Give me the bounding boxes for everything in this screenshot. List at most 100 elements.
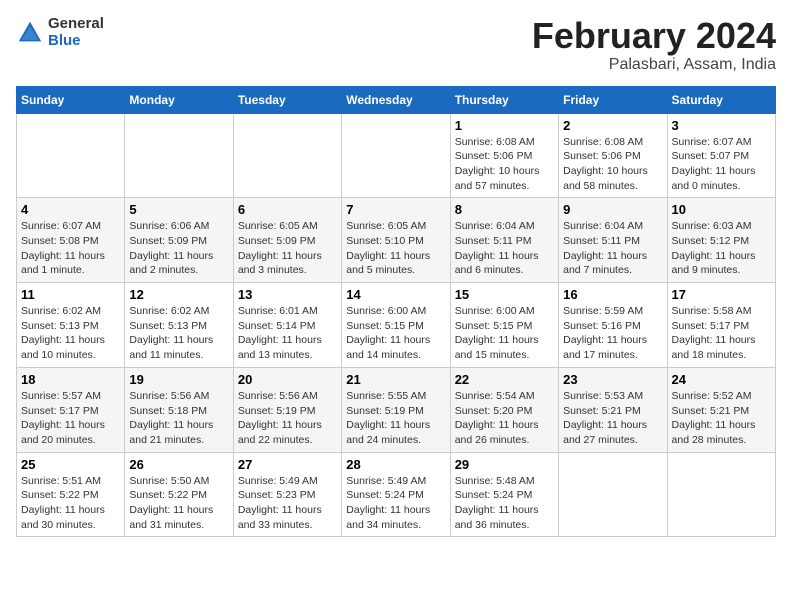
day-number: 8 <box>455 202 554 217</box>
day-cell: 6 Sunrise: 6:05 AM Sunset: 5:09 PM Daylig… <box>233 198 341 283</box>
calendar-header: SundayMondayTuesdayWednesdayThursdayFrid… <box>17 86 776 113</box>
day-number: 11 <box>21 287 120 302</box>
day-info: Sunrise: 5:59 AM Sunset: 5:16 PM Dayligh… <box>563 304 662 363</box>
header-cell-monday: Monday <box>125 86 233 113</box>
day-number: 23 <box>563 372 662 387</box>
day-number: 20 <box>238 372 337 387</box>
day-number: 16 <box>563 287 662 302</box>
day-number: 5 <box>129 202 228 217</box>
day-number: 3 <box>672 118 771 133</box>
day-info: Sunrise: 6:07 AM Sunset: 5:07 PM Dayligh… <box>672 135 771 194</box>
day-number: 24 <box>672 372 771 387</box>
day-number: 10 <box>672 202 771 217</box>
day-number: 19 <box>129 372 228 387</box>
day-cell: 23 Sunrise: 5:53 AM Sunset: 5:21 PM Dayli… <box>559 367 667 452</box>
day-info: Sunrise: 5:56 AM Sunset: 5:18 PM Dayligh… <box>129 389 228 448</box>
day-info: Sunrise: 6:00 AM Sunset: 5:15 PM Dayligh… <box>346 304 445 363</box>
day-cell: 3 Sunrise: 6:07 AM Sunset: 5:07 PM Daylig… <box>667 113 775 198</box>
day-info: Sunrise: 5:57 AM Sunset: 5:17 PM Dayligh… <box>21 389 120 448</box>
week-row-0: 1 Sunrise: 6:08 AM Sunset: 5:06 PM Daylig… <box>17 113 776 198</box>
day-cell <box>342 113 450 198</box>
day-cell: 29 Sunrise: 5:48 AM Sunset: 5:24 PM Dayli… <box>450 452 558 537</box>
day-info: Sunrise: 6:06 AM Sunset: 5:09 PM Dayligh… <box>129 219 228 278</box>
day-info: Sunrise: 6:07 AM Sunset: 5:08 PM Dayligh… <box>21 219 120 278</box>
day-info: Sunrise: 6:02 AM Sunset: 5:13 PM Dayligh… <box>129 304 228 363</box>
day-cell <box>233 113 341 198</box>
day-info: Sunrise: 5:58 AM Sunset: 5:17 PM Dayligh… <box>672 304 771 363</box>
day-info: Sunrise: 5:48 AM Sunset: 5:24 PM Dayligh… <box>455 474 554 533</box>
day-info: Sunrise: 5:49 AM Sunset: 5:24 PM Dayligh… <box>346 474 445 533</box>
logo-icon <box>16 19 44 47</box>
day-number: 28 <box>346 457 445 472</box>
day-info: Sunrise: 6:08 AM Sunset: 5:06 PM Dayligh… <box>563 135 662 194</box>
day-number: 27 <box>238 457 337 472</box>
header-cell-saturday: Saturday <box>667 86 775 113</box>
day-cell: 5 Sunrise: 6:06 AM Sunset: 5:09 PM Daylig… <box>125 198 233 283</box>
header-cell-tuesday: Tuesday <box>233 86 341 113</box>
header-cell-sunday: Sunday <box>17 86 125 113</box>
day-number: 1 <box>455 118 554 133</box>
day-info: Sunrise: 5:51 AM Sunset: 5:22 PM Dayligh… <box>21 474 120 533</box>
day-cell: 18 Sunrise: 5:57 AM Sunset: 5:17 PM Dayli… <box>17 367 125 452</box>
day-info: Sunrise: 5:52 AM Sunset: 5:21 PM Dayligh… <box>672 389 771 448</box>
title-location: Palasbari, Assam, India <box>532 56 776 74</box>
week-row-2: 11 Sunrise: 6:02 AM Sunset: 5:13 PM Dayli… <box>17 283 776 368</box>
day-info: Sunrise: 6:05 AM Sunset: 5:09 PM Dayligh… <box>238 219 337 278</box>
logo-text: General Blue <box>48 16 104 49</box>
day-number: 22 <box>455 372 554 387</box>
day-number: 4 <box>21 202 120 217</box>
day-cell: 28 Sunrise: 5:49 AM Sunset: 5:24 PM Dayli… <box>342 452 450 537</box>
day-number: 17 <box>672 287 771 302</box>
header-cell-thursday: Thursday <box>450 86 558 113</box>
day-cell: 16 Sunrise: 5:59 AM Sunset: 5:16 PM Dayli… <box>559 283 667 368</box>
week-row-4: 25Sunrise: 5:51 AM Sunset: 5:22 PM Dayli… <box>17 452 776 537</box>
day-cell: 25Sunrise: 5:51 AM Sunset: 5:22 PM Dayli… <box>17 452 125 537</box>
day-cell: 17 Sunrise: 5:58 AM Sunset: 5:17 PM Dayli… <box>667 283 775 368</box>
logo: General Blue <box>16 16 104 49</box>
day-info: Sunrise: 5:50 AM Sunset: 5:22 PM Dayligh… <box>129 474 228 533</box>
day-cell: 26 Sunrise: 5:50 AM Sunset: 5:22 PM Dayli… <box>125 452 233 537</box>
day-number: 15 <box>455 287 554 302</box>
day-info: Sunrise: 6:04 AM Sunset: 5:11 PM Dayligh… <box>563 219 662 278</box>
day-number: 6 <box>238 202 337 217</box>
week-row-3: 18 Sunrise: 5:57 AM Sunset: 5:17 PM Dayli… <box>17 367 776 452</box>
day-number: 7 <box>346 202 445 217</box>
day-cell: 13 Sunrise: 6:01 AM Sunset: 5:14 PM Dayli… <box>233 283 341 368</box>
day-cell: 12Sunrise: 6:02 AM Sunset: 5:13 PM Dayli… <box>125 283 233 368</box>
day-cell: 8Sunrise: 6:04 AM Sunset: 5:11 PM Daylig… <box>450 198 558 283</box>
day-info: Sunrise: 5:55 AM Sunset: 5:19 PM Dayligh… <box>346 389 445 448</box>
calendar-body: 1 Sunrise: 6:08 AM Sunset: 5:06 PM Daylig… <box>17 113 776 537</box>
day-cell: 2Sunrise: 6:08 AM Sunset: 5:06 PM Daylig… <box>559 113 667 198</box>
day-number: 29 <box>455 457 554 472</box>
header-cell-friday: Friday <box>559 86 667 113</box>
logo-general: General <box>48 16 104 33</box>
header-cell-wednesday: Wednesday <box>342 86 450 113</box>
day-number: 18 <box>21 372 120 387</box>
week-row-1: 4 Sunrise: 6:07 AM Sunset: 5:08 PM Daylig… <box>17 198 776 283</box>
day-number: 9 <box>563 202 662 217</box>
day-cell <box>125 113 233 198</box>
day-cell <box>559 452 667 537</box>
day-info: Sunrise: 6:01 AM Sunset: 5:14 PM Dayligh… <box>238 304 337 363</box>
day-info: Sunrise: 6:00 AM Sunset: 5:15 PM Dayligh… <box>455 304 554 363</box>
header: General Blue February 2024 Palasbari, As… <box>16 16 776 74</box>
calendar-table: SundayMondayTuesdayWednesdayThursdayFrid… <box>16 86 776 538</box>
day-cell: 15 Sunrise: 6:00 AM Sunset: 5:15 PM Dayli… <box>450 283 558 368</box>
day-cell: 11 Sunrise: 6:02 AM Sunset: 5:13 PM Dayli… <box>17 283 125 368</box>
day-cell: 20 Sunrise: 5:56 AM Sunset: 5:19 PM Dayli… <box>233 367 341 452</box>
day-info: Sunrise: 6:08 AM Sunset: 5:06 PM Dayligh… <box>455 135 554 194</box>
day-cell: 19 Sunrise: 5:56 AM Sunset: 5:18 PM Dayli… <box>125 367 233 452</box>
day-cell: 22 Sunrise: 5:54 AM Sunset: 5:20 PM Dayli… <box>450 367 558 452</box>
day-info: Sunrise: 6:02 AM Sunset: 5:13 PM Dayligh… <box>21 304 120 363</box>
day-number: 13 <box>238 287 337 302</box>
day-cell: 7Sunrise: 6:05 AM Sunset: 5:10 PM Daylig… <box>342 198 450 283</box>
day-info: Sunrise: 5:56 AM Sunset: 5:19 PM Dayligh… <box>238 389 337 448</box>
day-cell: 9 Sunrise: 6:04 AM Sunset: 5:11 PM Daylig… <box>559 198 667 283</box>
day-cell: 14Sunrise: 6:00 AM Sunset: 5:15 PM Dayli… <box>342 283 450 368</box>
day-cell: 1 Sunrise: 6:08 AM Sunset: 5:06 PM Daylig… <box>450 113 558 198</box>
day-number: 26 <box>129 457 228 472</box>
day-cell <box>667 452 775 537</box>
header-row: SundayMondayTuesdayWednesdayThursdayFrid… <box>17 86 776 113</box>
day-info: Sunrise: 5:54 AM Sunset: 5:20 PM Dayligh… <box>455 389 554 448</box>
day-info: Sunrise: 5:53 AM Sunset: 5:21 PM Dayligh… <box>563 389 662 448</box>
